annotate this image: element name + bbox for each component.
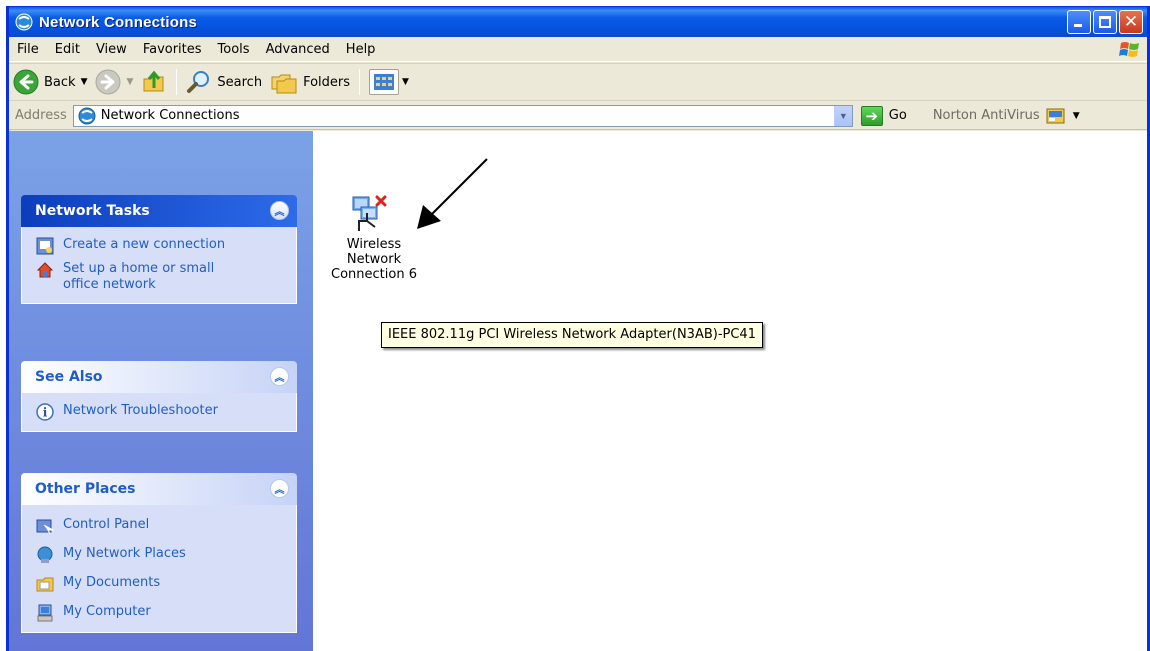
other-places-header[interactable]: Other Places ︽ — [21, 473, 297, 505]
maximize-icon — [1099, 16, 1111, 28]
menu-view[interactable]: View — [88, 42, 135, 57]
views-button[interactable]: ▼ — [365, 66, 413, 98]
network-places-icon — [37, 546, 53, 563]
network-tasks-panel: Network Tasks ︽ Create a new connection — [21, 195, 297, 304]
forward-button[interactable]: ▼ — [91, 66, 137, 98]
svg-text:i: i — [43, 406, 48, 420]
collapse-chevron-icon[interactable]: ︽ — [270, 479, 289, 498]
address-value: Network Connections — [100, 108, 240, 123]
folders-icon — [271, 74, 297, 94]
other-places-body: Control Panel My Network Places My Docum… — [21, 505, 297, 633]
task-label: Create a new connection — [63, 237, 226, 252]
task-label: Network Troubleshooter — [63, 403, 218, 418]
norton-dropdown-icon[interactable]: ▼ — [1073, 111, 1080, 121]
minimize-icon — [1074, 24, 1082, 27]
explorer-window: Network Connections ✕ File Edit View Fav… — [6, 6, 1150, 651]
see-also-body: i Network Troubleshooter — [21, 393, 297, 432]
network-tasks-header[interactable]: Network Tasks ︽ — [21, 195, 297, 227]
close-icon: ✕ — [1123, 12, 1139, 32]
forward-arrow-icon — [95, 69, 121, 95]
my-computer-icon — [37, 604, 53, 622]
search-label: Search — [217, 74, 263, 90]
home-network-icon — [36, 262, 54, 278]
norton-antivirus-toolbar[interactable]: Norton AntiVirus ▼ — [933, 107, 1080, 125]
network-connections-icon — [15, 13, 33, 31]
network-tasks-title: Network Tasks — [35, 203, 150, 219]
place-my-network-places[interactable]: My Network Places — [36, 546, 296, 564]
close-button[interactable]: ✕ — [1119, 10, 1143, 34]
address-dropdown-icon[interactable]: ▼ — [833, 105, 852, 126]
place-my-computer[interactable]: My Computer — [36, 604, 296, 622]
up-folder-button[interactable] — [137, 66, 171, 98]
see-also-panel: See Also ︽ i Network Troubleshooter — [21, 361, 297, 432]
task-create-connection[interactable]: Create a new connection — [36, 237, 296, 255]
place-label: My Documents — [63, 575, 161, 590]
my-documents-icon — [36, 577, 54, 592]
search-button[interactable]: Search — [182, 66, 266, 98]
connection-name-line: Connection 6 — [331, 267, 417, 282]
menu-bar: File Edit View Favorites Tools Advanced … — [9, 37, 1147, 62]
window-controls: ✕ — [1067, 10, 1143, 34]
title-bar[interactable]: Network Connections ✕ — [9, 7, 1147, 37]
back-label: Back — [44, 74, 76, 90]
menu-favorites[interactable]: Favorites — [135, 42, 210, 57]
standard-toolbar: Back ▼ ▼ Search Folders ▼ — [9, 63, 1147, 101]
network-tasks-body: Create a new connection Set up a home or… — [21, 227, 297, 304]
place-my-documents[interactable]: My Documents — [36, 575, 296, 593]
control-panel-icon — [36, 519, 54, 535]
new-connection-icon — [36, 237, 54, 255]
task-network-troubleshooter[interactable]: i Network Troubleshooter — [36, 403, 296, 421]
folders-label: Folders — [303, 74, 351, 90]
go-button[interactable]: ➔ Go — [860, 105, 907, 126]
windows-logo-icon — [1119, 42, 1139, 57]
content-area: Network Tasks ︽ Create a new connection — [9, 131, 1147, 651]
back-dropdown-icon[interactable]: ▼ — [81, 77, 88, 87]
collapse-chevron-icon[interactable]: ︽ — [270, 367, 289, 386]
menu-file[interactable]: File — [9, 42, 47, 57]
toolbar-separator — [359, 69, 361, 95]
menu-advanced[interactable]: Advanced — [258, 42, 338, 57]
search-icon — [187, 71, 210, 93]
address-label: Address — [15, 108, 67, 123]
place-label: My Network Places — [63, 546, 186, 561]
folder-up-icon — [143, 70, 164, 92]
device-tooltip: IEEE 802.11g PCI Wireless Network Adapte… — [381, 322, 763, 348]
norton-label: Norton AntiVirus — [932, 108, 1040, 123]
network-connections-icon — [78, 107, 96, 124]
maximize-button[interactable] — [1093, 10, 1117, 34]
place-label: Control Panel — [63, 517, 150, 532]
minimize-button[interactable] — [1067, 10, 1091, 34]
task-label: Set up a home or small office network — [63, 261, 215, 292]
wireless-connection-icon[interactable] — [347, 193, 391, 233]
place-label: My Computer — [63, 604, 151, 619]
go-arrow-icon: ➔ — [860, 105, 883, 126]
connection-name-line: Network — [346, 252, 402, 267]
address-bar: Address Network Connections ▼ ➔ Go Norto… — [9, 102, 1147, 130]
see-also-header[interactable]: See Also ︽ — [21, 361, 297, 393]
menu-tools[interactable]: Tools — [210, 42, 258, 57]
collapse-chevron-icon[interactable]: ︽ — [270, 201, 289, 220]
menu-help[interactable]: Help — [338, 42, 384, 57]
back-arrow-icon — [13, 69, 39, 95]
see-also-title: See Also — [35, 369, 103, 385]
views-grid-icon — [374, 74, 395, 90]
toolbar-separator — [176, 69, 178, 95]
back-button[interactable]: Back ▼ — [9, 66, 91, 98]
folders-button[interactable]: Folders — [266, 66, 354, 98]
place-control-panel[interactable]: Control Panel — [36, 517, 296, 535]
forward-dropdown-icon[interactable]: ▼ — [126, 77, 133, 87]
info-icon: i — [36, 403, 54, 421]
task-home-network[interactable]: Set up a home or small office network — [36, 261, 296, 293]
annotation-arrow-icon — [417, 158, 488, 229]
menu-edit[interactable]: Edit — [47, 42, 88, 57]
address-input[interactable]: Network Connections ▼ — [72, 104, 853, 127]
other-places-title: Other Places — [35, 481, 136, 497]
task-pane: Network Tasks ︽ Create a new connection — [9, 131, 313, 651]
other-places-panel: Other Places ︽ Control Panel My Network … — [21, 473, 297, 633]
go-label: Go — [888, 108, 907, 123]
norton-icon — [1046, 108, 1065, 123]
window-title: Network Connections — [39, 13, 197, 31]
views-dropdown-icon[interactable]: ▼ — [402, 77, 409, 87]
